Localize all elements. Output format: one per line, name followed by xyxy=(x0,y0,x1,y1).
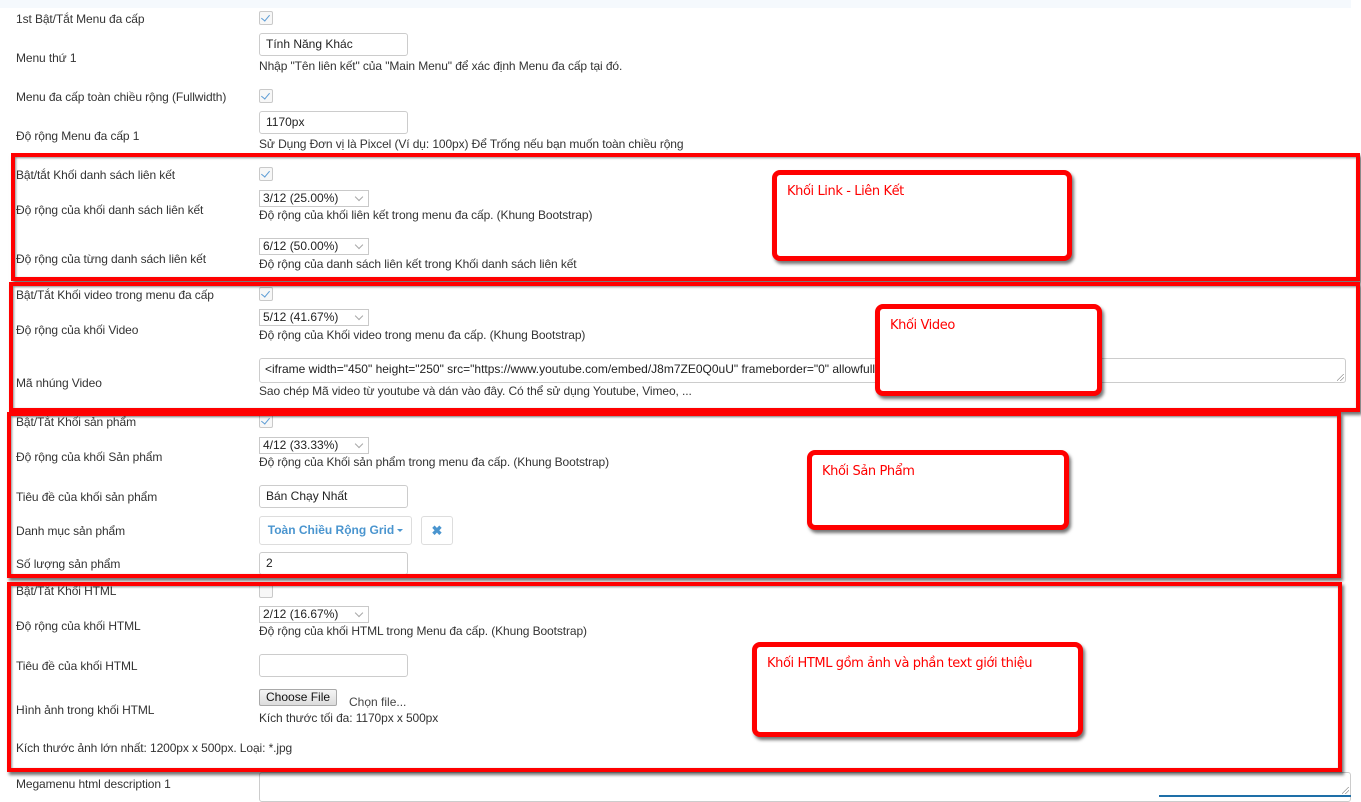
fullwidth-label: Menu đa cấp toàn chiều rộng (Fullwidth) xyxy=(16,90,227,104)
callout-text: Khối Link - Liên Kết xyxy=(787,184,904,199)
links-section-frame xyxy=(11,153,1360,281)
check-icon xyxy=(261,90,270,100)
video-section-frame xyxy=(9,282,1360,412)
callout-text: Khối Video xyxy=(890,318,955,333)
video-callout: Khối Video xyxy=(875,304,1102,396)
fullwidth-checkbox[interactable] xyxy=(259,89,273,103)
html-description-textarea[interactable] xyxy=(259,772,1351,802)
links-callout: Khối Link - Liên Kết xyxy=(772,170,1072,261)
check-icon xyxy=(261,12,270,22)
resize-handle-icon[interactable] xyxy=(1342,787,1349,794)
menu-name-input[interactable]: Tính Năng Khác xyxy=(259,33,408,56)
menu-toggle-checkbox[interactable] xyxy=(259,11,273,25)
menu-toggle-label: 1st Bật/Tắt Menu đa cấp xyxy=(16,12,145,26)
product-callout: Khối Sản Phẩm xyxy=(807,450,1069,530)
menu-name-help: Nhập "Tên liên kết" của "Main Menu" để x… xyxy=(259,59,623,73)
html-section-frame xyxy=(7,582,1342,772)
callout-text: Khối Sản Phẩm xyxy=(822,464,915,479)
callout-text: Khối HTML gồm ảnh và phần text giới thiệ… xyxy=(767,656,1033,671)
menu-width-input[interactable]: 1170px xyxy=(259,111,408,134)
product-section-frame xyxy=(7,412,1341,578)
top-strip xyxy=(0,0,1351,8)
menu-width-help: Sử Dụng Đơn vị là Pixcel (Ví dụ: 100px) … xyxy=(259,137,684,151)
html-callout: Khối HTML gồm ảnh và phần text giới thiệ… xyxy=(752,642,1083,737)
menu-width-label: Độ rộng Menu đa cấp 1 xyxy=(16,129,140,143)
menu-name-label: Menu thứ 1 xyxy=(16,51,77,65)
html-description-label: Megamenu html description 1 xyxy=(16,777,171,791)
